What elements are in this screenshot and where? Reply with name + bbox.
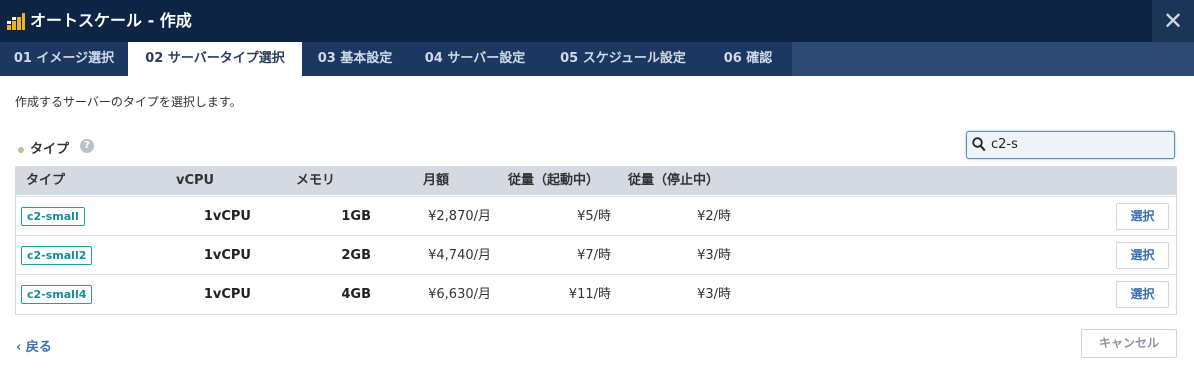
stopped-price: ¥3/時 (697, 287, 731, 302)
wizard-tabs: 01 イメージ選択 02 サーバータイプ選択 03 基本設定 04 サーバー設定… (0, 42, 1194, 76)
column-header-vcpu: vCPU (176, 173, 215, 188)
search-box (966, 131, 1175, 159)
vcpu-value: 1vCPU (203, 287, 251, 302)
server-type-tag: c2-small (21, 207, 85, 226)
column-header-stopped-rate: 従量（停止中） (628, 173, 720, 188)
stopped-price: ¥3/時 (697, 248, 731, 263)
memory-value: 4GB (341, 287, 371, 302)
stopped-price: ¥2/時 (697, 209, 731, 224)
vcpu-value: 1vCPU (203, 248, 251, 263)
select-button[interactable]: 選択 (1116, 203, 1169, 230)
tab-confirm[interactable]: 06 確認 (704, 42, 792, 76)
memory-value: 1GB (341, 209, 371, 224)
server-type-tag: c2-small4 (21, 285, 93, 304)
tab-schedule-settings[interactable]: 05 スケジュール設定 (542, 42, 704, 76)
search-input[interactable] (991, 135, 1166, 153)
close-icon[interactable]: ✕ (1152, 0, 1194, 42)
table-header: タイプ vCPU メモリ 月額 従量（起動中） 従量（停止中） (16, 167, 1176, 195)
title-bar: オートスケール - 作成 ✕ (0, 0, 1194, 42)
cancel-button[interactable]: キャンセル (1081, 329, 1177, 358)
tab-server-settings[interactable]: 04 サーバー設定 (408, 42, 542, 76)
table-row: c2-small4 1vCPU 4GB ¥6,630/月 ¥11/時 ¥3/時 … (16, 274, 1176, 314)
select-button[interactable]: 選択 (1116, 242, 1169, 269)
page-description: 作成するサーバーのタイプを選択します。 (15, 95, 242, 109)
bullet-icon (18, 146, 24, 153)
column-header-monthly: 月額 (423, 173, 450, 188)
tab-basic-settings[interactable]: 03 基本設定 (302, 42, 408, 76)
vcpu-value: 1vCPU (203, 209, 251, 224)
monthly-price: ¥4,740/月 (428, 248, 491, 263)
monthly-price: ¥6,630/月 (428, 287, 491, 302)
tab-image-select[interactable]: 01 イメージ選択 (0, 42, 128, 76)
table-row: c2-small 1vCPU 1GB ¥2,870/月 ¥5/時 ¥2/時 選択 (16, 196, 1176, 236)
column-header-type: タイプ (26, 173, 66, 188)
table-row: c2-small2 1vCPU 2GB ¥4,740/月 ¥7/時 ¥3/時 選… (16, 235, 1176, 275)
running-price: ¥11/時 (568, 287, 611, 302)
tab-server-type-select[interactable]: 02 サーバータイプ選択 (128, 42, 302, 76)
section-heading: タイプ (18, 138, 69, 157)
running-price: ¥7/時 (577, 248, 611, 263)
dialog-title: オートスケール - 作成 (30, 11, 192, 30)
question-icon[interactable]: ? (80, 139, 94, 153)
back-button[interactable]: ‹ 戻る (16, 336, 52, 355)
search-icon (972, 137, 986, 152)
monthly-price: ¥2,870/月 (428, 209, 491, 224)
column-header-running-rate: 従量（起動中） (508, 173, 600, 188)
section-label: タイプ (30, 142, 70, 157)
chevron-left-icon: ‹ (16, 340, 22, 355)
memory-value: 2GB (341, 248, 371, 263)
select-button[interactable]: 選択 (1116, 281, 1169, 308)
running-price: ¥5/時 (577, 209, 611, 224)
bar-chart-logo-icon (7, 13, 25, 30)
server-type-table: タイプ vCPU メモリ 月額 従量（起動中） 従量（停止中） c2-small… (15, 166, 1177, 315)
back-label: 戻る (25, 340, 52, 355)
column-header-memory: メモリ (296, 173, 336, 188)
server-type-tag: c2-small2 (21, 246, 93, 265)
